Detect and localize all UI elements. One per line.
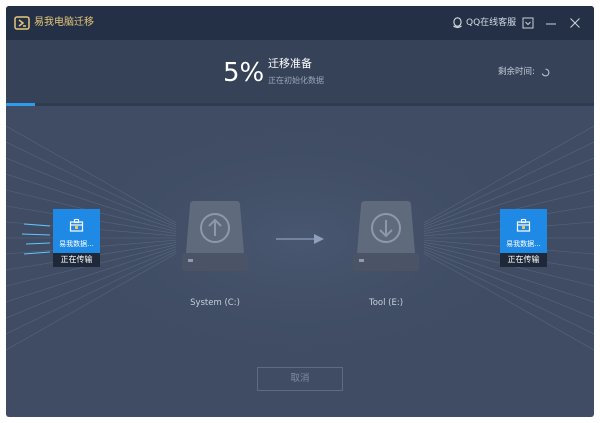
qq-support-label: QQ在线客服 [466,18,517,28]
loading-spinner-icon [541,68,550,76]
remaining-time-label: 剩余时间: [498,67,535,77]
progress-percent: 5% [223,58,265,88]
menu-button[interactable] [520,15,536,31]
remaining-time: 剩余时间: [498,66,550,78]
progress-header: 5% 迁移准备 正在初始化数据 剩余时间: [6,40,594,106]
source-transfer-tile: 易我数据... 正在传输 [53,209,100,267]
transfer-area: 易我数据... 正在传输 易我数据... 正在传输 System (C:) To… [6,106,594,417]
qq-penguin-icon [453,17,462,29]
transfer-package-icon [69,218,84,232]
source-drive-label: System (C:) [190,298,240,308]
target-tile-status: 正在传输 [500,253,547,267]
target-drive-label: Tool (E:) [368,298,404,308]
minimize-button[interactable] [543,15,559,31]
source-tile-name: 易我数据... [59,240,94,248]
cancel-button[interactable]: 取消 [257,367,343,391]
source-drive [182,201,248,271]
qq-support-link[interactable]: QQ在线客服 [452,16,516,30]
app-logo-icon [14,16,30,30]
transfer-package-icon [516,218,531,232]
target-drive [353,201,419,271]
close-button[interactable] [567,15,583,31]
right-arrow-icon [276,234,324,244]
target-transfer-tile: 易我数据... 正在传输 [500,209,547,267]
progress-subtitle: 正在初始化数据 [268,76,324,85]
progress-title: 迁移准备 [268,57,312,70]
target-tile-name: 易我数据... [506,240,541,248]
source-tile-status: 正在传输 [53,253,100,267]
app-title: 易我电脑迁移 [34,17,94,28]
title-bar: 易我电脑迁移 QQ在线客服 [6,6,594,40]
app-window: 易我电脑迁移 QQ在线客服 5% 迁移准备 正在初始化数据 剩余时间: 易我数据… [6,6,594,417]
